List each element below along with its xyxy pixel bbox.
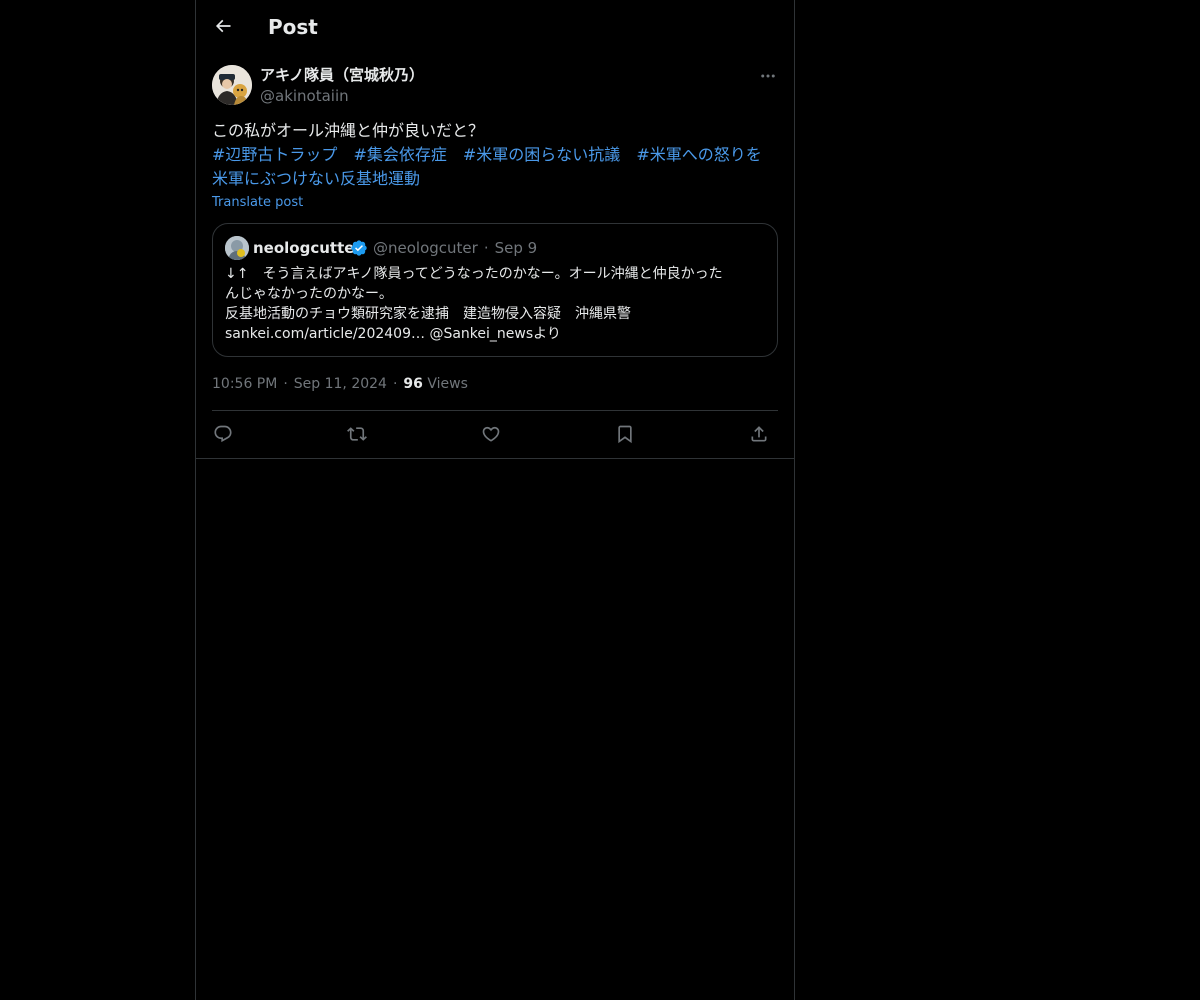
views-label: Views bbox=[427, 376, 468, 392]
divider bbox=[196, 458, 794, 459]
post-header: Post bbox=[196, 0, 794, 53]
quote-avatar bbox=[225, 236, 249, 260]
like-button[interactable] bbox=[478, 421, 504, 447]
quote-date: Sep 9 bbox=[494, 239, 538, 257]
hashtag-line: #辺野古トラップ #集会依存症 #米軍の困らない抗議 #米軍への怒りを bbox=[212, 143, 782, 167]
quoted-post[interactable]: neologcutter @neologcuter · Sep 9 ↓↑ そう言えば… bbox=[212, 223, 778, 357]
quote-line: 反基地活動のチョウ類研究家を逮捕 建造物侵入容疑 沖縄県警 bbox=[225, 306, 631, 322]
quote-display-name: neologcutter bbox=[253, 239, 362, 257]
quote-line: sankei.com/article/202409… @Sankei_newsよ… bbox=[225, 326, 561, 342]
bookmark-button[interactable] bbox=[612, 421, 638, 447]
quote-line: んじゃなかったのかなー。 bbox=[225, 286, 393, 302]
translate-post-link[interactable]: Translate post bbox=[212, 194, 303, 212]
display-name[interactable]: アキノ隊員（宮城秋乃） bbox=[260, 65, 424, 85]
hashtag-link[interactable]: 米軍にぶつけない反基地運動 bbox=[212, 169, 420, 188]
share-icon bbox=[749, 424, 769, 444]
back-button[interactable] bbox=[208, 11, 238, 41]
post-column: Post アキノ隊員（宮城秋乃） @akinotaiin この私がオール沖縄と仲… bbox=[195, 0, 795, 1000]
views-count: 96 bbox=[403, 376, 423, 392]
post-text: この私がオール沖縄と仲が良いだと？ #辺野古トラップ #集会依存症 #米軍の困ら… bbox=[212, 119, 782, 191]
repost-button[interactable] bbox=[344, 421, 370, 447]
heart-icon bbox=[481, 424, 501, 444]
page-title: Post bbox=[268, 15, 318, 39]
reply-icon bbox=[213, 424, 233, 444]
action-bar bbox=[212, 421, 778, 447]
user-handle[interactable]: @akinotaiin bbox=[260, 86, 349, 106]
hashtag-line: 米軍にぶつけない反基地運動 bbox=[212, 167, 782, 191]
hashtag-link[interactable]: #米軍への怒りを bbox=[636, 145, 761, 164]
arrow-left-icon bbox=[213, 16, 233, 36]
more-button[interactable] bbox=[756, 64, 780, 88]
quote-handle: @neologcuter bbox=[373, 239, 478, 257]
hashtag-link[interactable]: #辺野古トラップ bbox=[212, 145, 337, 164]
repost-icon bbox=[347, 424, 367, 444]
post-text-line: この私がオール沖縄と仲が良いだと？ bbox=[212, 121, 485, 140]
avatar[interactable] bbox=[212, 65, 252, 105]
hashtag-link[interactable]: #米軍の困らない抗議 bbox=[463, 145, 620, 164]
bookmark-icon bbox=[615, 424, 635, 444]
quote-meta: @neologcuter · Sep 9 bbox=[373, 239, 538, 257]
post-date[interactable]: Sep 11, 2024 bbox=[294, 376, 387, 392]
quote-line: ↓↑ そう言えばアキノ隊員ってどうなったのかなー。オール沖縄と仲良かった bbox=[225, 266, 723, 282]
share-button[interactable] bbox=[746, 421, 772, 447]
post-time[interactable]: 10:56 PM bbox=[212, 376, 277, 392]
hashtag-link[interactable]: #集会依存症 bbox=[353, 145, 446, 164]
verified-badge-icon bbox=[350, 239, 368, 257]
quote-body: ↓↑ そう言えばアキノ隊員ってどうなったのかなー。オール沖縄と仲良かった んじゃ… bbox=[225, 264, 765, 344]
divider bbox=[212, 410, 778, 411]
post-meta: 10:56 PM · Sep 11, 2024 · 96 Views bbox=[212, 376, 468, 392]
more-horizontal-icon bbox=[759, 67, 777, 85]
reply-button[interactable] bbox=[210, 421, 236, 447]
